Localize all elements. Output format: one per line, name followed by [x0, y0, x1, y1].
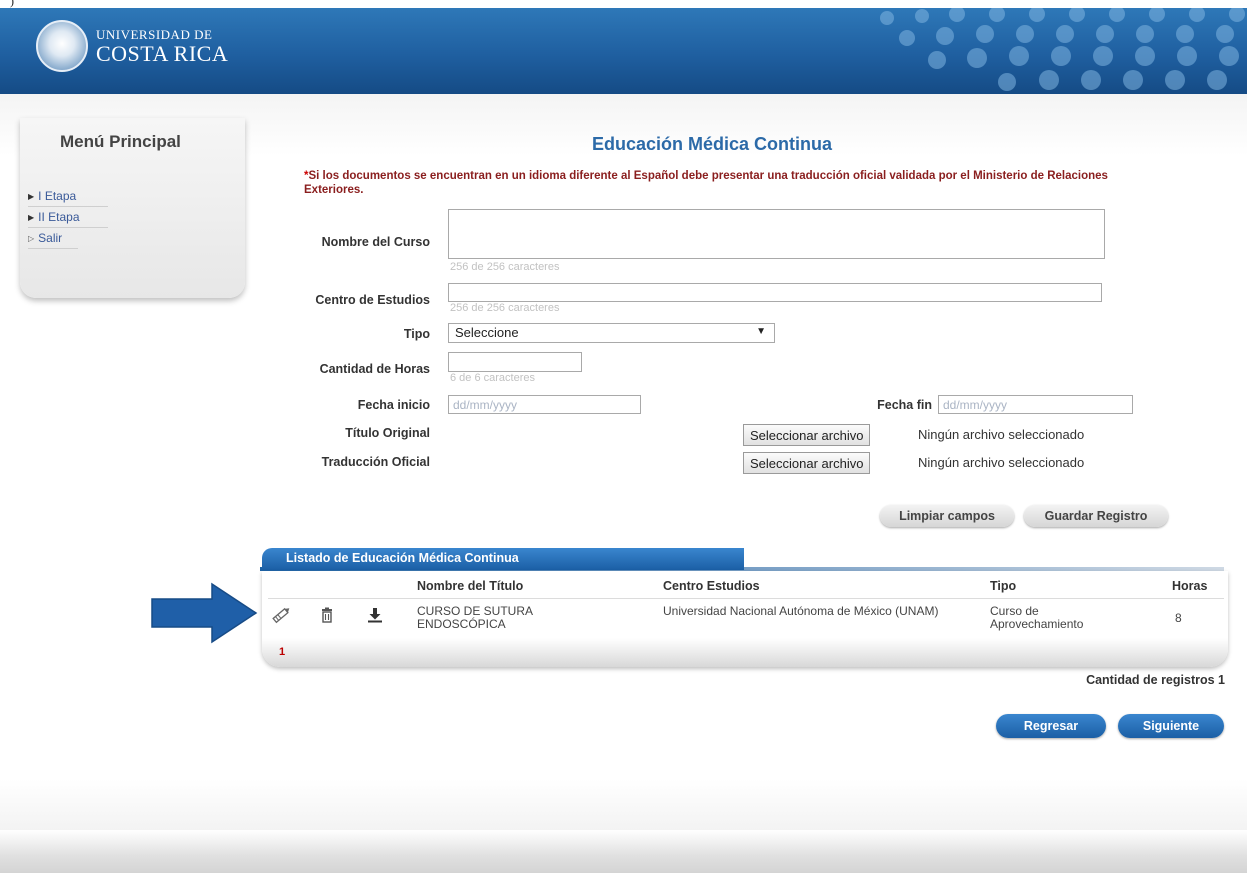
- table-cell-titulo: CURSO DE SUTURA ENDOSCÓPICA: [417, 604, 533, 631]
- tipo-select[interactable]: Seleccione ▼: [448, 323, 775, 343]
- triangle-right-icon: ▶: [28, 191, 35, 201]
- menu-item-ii-etapa[interactable]: ▶ II Etapa: [28, 207, 108, 228]
- notice-text: Si los documentos se encuentran en un id…: [304, 170, 1108, 196]
- menu-item-label: I Etapa: [38, 189, 77, 203]
- titulo-original-label: Título Original: [345, 426, 430, 440]
- table-cell-centro: Universidad Nacional Autónoma de México …: [663, 604, 939, 618]
- table-cell-horas: 8: [1175, 611, 1182, 625]
- fecha-fin-input[interactable]: [938, 395, 1133, 414]
- nombre-curso-counter: 256 de 256 caracteres: [450, 261, 560, 273]
- cantidad-horas-counter: 6 de 6 caracteres: [450, 372, 535, 384]
- centro-estudios-input[interactable]: [448, 283, 1102, 302]
- university-logo[interactable]: UNIVERSIDAD DE COSTA RICA: [36, 20, 228, 72]
- delete-trash-icon[interactable]: [319, 607, 335, 623]
- triangle-right-outline-icon: ▷: [28, 233, 35, 243]
- brand-line-2: COSTA RICA: [96, 40, 229, 66]
- site-header: UNIVERSIDAD DE COSTA RICA: [0, 8, 1247, 94]
- header-dots-decoration: [880, 8, 1245, 91]
- centro-estudios-label: Centro de Estudios: [315, 293, 430, 307]
- menu-item-label: II Etapa: [38, 210, 80, 224]
- tipo-selected-value: Seleccione: [455, 325, 519, 340]
- next-button[interactable]: Siguiente: [1118, 714, 1224, 738]
- main-menu-panel: Menú Principal ▶ I Etapa ▶ II Etapa ▷ Sa…: [20, 118, 245, 298]
- page-title: Educación Médica Continua: [592, 134, 833, 154]
- column-header-centro: Centro Estudios: [663, 579, 760, 593]
- clear-fields-button[interactable]: Limpiar campos: [880, 505, 1014, 527]
- pagination-current-page[interactable]: 1: [279, 646, 285, 658]
- traduccion-oficial-label: Traducción Oficial: [321, 455, 430, 469]
- column-header-horas: Horas: [1172, 579, 1208, 593]
- header-divider: [268, 598, 1224, 599]
- record-count: Cantidad de registros 1: [1086, 673, 1225, 687]
- university-seal-icon: [36, 20, 88, 72]
- back-button[interactable]: Regresar: [996, 714, 1106, 738]
- table-cell-tipo: Curso de Aprovechamiento: [990, 604, 1084, 631]
- main-menu-title: Menú Principal: [60, 132, 181, 151]
- edit-pencil-icon[interactable]: [271, 606, 293, 624]
- titulo-original-file-status: Ningún archivo seleccionado: [918, 427, 1085, 442]
- download-icon[interactable]: [366, 606, 384, 624]
- annotation-arrow-icon: [151, 582, 258, 644]
- menu-item-label: Salir: [38, 231, 63, 245]
- titulo-original-file-button[interactable]: Seleccionar archivo: [743, 424, 871, 446]
- column-header-tipo: Tipo: [990, 579, 1017, 593]
- footer-shade: [0, 830, 1247, 873]
- triangle-right-icon: ▶: [28, 212, 35, 222]
- translation-notice: *Si los documentos se encuentran en un i…: [304, 169, 1124, 197]
- nombre-curso-label: Nombre del Curso: [321, 235, 430, 249]
- column-header-titulo: Nombre del Título: [417, 579, 524, 593]
- save-record-button[interactable]: Guardar Registro: [1024, 505, 1168, 527]
- cantidad-horas-input[interactable]: [448, 352, 582, 372]
- centro-estudios-counter: 256 de 256 caracteres: [450, 302, 560, 314]
- traduccion-oficial-file-button[interactable]: Seleccionar archivo: [743, 452, 871, 474]
- tipo-label: Tipo: [403, 327, 430, 341]
- fecha-fin-label: Fecha fin: [877, 398, 932, 412]
- nombre-curso-input[interactable]: [448, 209, 1105, 259]
- fecha-inicio-label: Fecha inicio: [357, 398, 430, 412]
- listing-tab: Listado de Educación Médica Continua: [262, 548, 744, 570]
- brand-line-1: UNIVERSIDAD DE: [96, 26, 213, 42]
- menu-item-i-etapa[interactable]: ▶ I Etapa: [28, 186, 108, 207]
- cantidad-horas-label: Cantidad de Horas: [319, 362, 430, 376]
- menu-item-salir[interactable]: ▷ Salir: [28, 228, 78, 249]
- top-strip: ): [0, 0, 1247, 8]
- traduccion-oficial-file-status: Ningún archivo seleccionado: [918, 455, 1085, 470]
- main-menu-list: ▶ I Etapa ▶ II Etapa ▷ Salir: [28, 186, 108, 249]
- fecha-inicio-input[interactable]: [448, 395, 641, 414]
- dropdown-caret-icon: ▼: [756, 326, 766, 337]
